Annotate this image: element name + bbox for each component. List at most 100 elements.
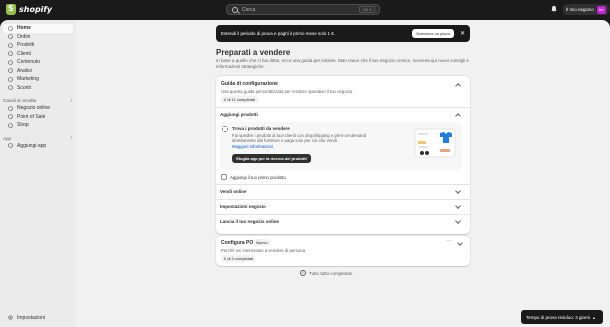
gear-icon [8, 315, 13, 320]
sidebar-item-shop[interactable]: Shop [3, 121, 73, 130]
plus-icon [8, 143, 13, 148]
close-icon[interactable]: ✕ [460, 30, 465, 37]
sales-channels-title: Canali di vendita [3, 98, 37, 103]
store-menu-button[interactable]: Il mio negozio Im [563, 4, 609, 15]
trial-text: Tempo di prova residuo: 3 giorni [526, 314, 591, 320]
chevron-down-icon[interactable] [457, 240, 463, 246]
pos-card: Configura POS Nuovo Perché sei interessa… [216, 236, 470, 266]
chevron-right-icon: › [70, 135, 72, 141]
sidebar-item-label: Clienti [17, 50, 31, 57]
divider [216, 184, 470, 185]
learn-more-link[interactable]: Maggiori informazioni [232, 144, 273, 149]
pos-subtitle: Perché sei interessato a vendere di pers… [221, 248, 306, 253]
chevron-up-icon[interactable] [455, 83, 461, 89]
home-icon [8, 26, 13, 31]
divider [216, 107, 470, 108]
sidebar-item-label: Aggiungi app [17, 142, 47, 149]
target-icon [8, 77, 13, 82]
search-icon [232, 6, 238, 13]
setup-guide-card: Guida di configurazione Usa questa guida… [216, 76, 470, 234]
brand-name: shopify [19, 5, 53, 14]
orders-icon [8, 34, 13, 39]
tag-icon [8, 43, 13, 48]
content-icon [8, 60, 13, 65]
sidebar-item-analisi[interactable]: Analisi [3, 67, 73, 76]
person-icon [8, 51, 13, 56]
top-bar: shopify Cerca Ctrl K Il mio negozio Im [0, 0, 610, 20]
sidebar-item-label: Impostazioni [17, 314, 46, 321]
main-content: Estendi il periodo di prova e paghi il p… [76, 20, 610, 327]
apps-heading[interactable]: App › [0, 135, 76, 142]
add-first-product-task[interactable]: Aggiungi il tuo primo prodotto [230, 175, 286, 180]
page-description: In base a quello che ci hai detto, ecco … [216, 58, 469, 69]
chart-icon [8, 68, 13, 73]
sidebar-item-contenuto[interactable]: Contenuto [3, 58, 73, 67]
sidebar-item-label: Analisi [17, 67, 32, 74]
store-name: Il mio negozio [566, 7, 594, 12]
bell-icon[interactable] [550, 5, 558, 13]
search-input[interactable]: Cerca Ctrl K [226, 4, 380, 15]
sidebar-item-label: Contenuto [17, 59, 41, 66]
setup-guide-title: Guida di configurazione [221, 81, 278, 87]
page-title: Preparati a vendere [216, 48, 291, 57]
sidebar-item-point-of-sale[interactable]: Point of Sale [3, 113, 73, 122]
search-placeholder: Cerca [242, 6, 256, 13]
sidebar-item-aggiungi-app[interactable]: Aggiungi app [3, 142, 73, 151]
sales-channels-heading[interactable]: Canali di vendita › [0, 97, 76, 104]
sidebar-item-marketing[interactable]: Marketing [3, 75, 73, 84]
sidebar-item-label: Shop [17, 122, 29, 129]
task-checkbox[interactable] [222, 126, 228, 132]
sidebar-item-settings[interactable]: Impostazioni [3, 314, 73, 323]
trial-banner: Estendi il periodo di prova e paghi il p… [216, 25, 470, 42]
check-circle-icon: ✓ [300, 270, 306, 276]
banner-text: Estendi il periodo di prova e paghi il p… [221, 31, 336, 36]
discount-icon [8, 85, 13, 90]
sidebar-item-label: Marketing [17, 76, 39, 83]
sidebar-item-home[interactable]: Home [3, 24, 73, 33]
setup-guide-subtitle: Usa questa guida personalizzata per rend… [221, 89, 354, 94]
store-icon [8, 106, 13, 111]
task-description: Fai spedire i prodotti ai tuoi clienti c… [232, 133, 366, 143]
sidebar-item-sconti[interactable]: Sconti [3, 84, 73, 93]
pos-icon [8, 114, 13, 119]
section-label: Lancia il tuo negozio online [220, 219, 280, 224]
select-plan-button[interactable]: Seleziona un piano [411, 29, 454, 38]
more-actions-icon[interactable]: ··· [446, 238, 452, 244]
sidebar-item-prodotti[interactable]: Prodotti [3, 41, 73, 50]
sidebar-item-label: Ordini [17, 33, 31, 40]
sidebar-item-label: Prodotti [17, 42, 35, 49]
sidebar-item-label: Point of Sale [17, 113, 46, 120]
products-illustration-image [414, 128, 456, 158]
task-find-products: Trova i prodotti da vendere Fai spedire … [220, 122, 462, 170]
completed-label: Tutto tutto completato [309, 270, 353, 276]
divider [216, 199, 470, 200]
chevron-right-icon: › [70, 97, 72, 104]
task-checkbox[interactable] [221, 174, 227, 180]
sidebar-item-label: Sconti [17, 84, 31, 91]
search-shortcut: Ctrl K [359, 6, 375, 13]
sidebar: Home Ordini Prodotti Clienti Contenuto Analis… [0, 20, 76, 327]
divider [216, 214, 470, 215]
browse-apps-button[interactable]: Sfoglia app per la ricerca dei prodotti [232, 154, 311, 163]
avatar: Im [596, 5, 606, 14]
trial-remaining-badge[interactable]: Tempo di prova residuo: 3 giorni ▴ [521, 310, 603, 324]
section-sell-online[interactable]: Vendi online [220, 186, 466, 197]
sidebar-item-ordini[interactable]: Ordini [3, 33, 73, 42]
shopify-bag-icon [6, 4, 16, 15]
sidebar-item-clienti[interactable]: Clienti [3, 50, 73, 59]
section-label: Aggiungi prodotti [220, 112, 258, 117]
section-label: Impostazioni negozio [220, 204, 266, 209]
section-store-settings[interactable]: Impostazioni negozio [220, 201, 466, 212]
shopify-logo[interactable]: shopify [6, 4, 52, 15]
section-add-products[interactable]: Aggiungi prodotti [220, 109, 466, 120]
new-badge: Nuovo [253, 239, 271, 246]
all-completed-toggle[interactable]: ✓ Tutto tutto completato [300, 270, 352, 276]
chevron-up-icon: ▴ [593, 314, 596, 320]
section-launch-store[interactable]: Lancia il tuo negozio online [220, 216, 466, 227]
apps-title: App [3, 135, 12, 141]
sidebar-item-label: Home [17, 25, 31, 32]
task-title: Trova i prodotti da vendere [232, 126, 290, 131]
pos-progress-badge: 0 di 3 completati [221, 255, 257, 262]
shop-icon [8, 123, 13, 128]
sidebar-item-negozio-online[interactable]: Negozio online [3, 104, 73, 113]
